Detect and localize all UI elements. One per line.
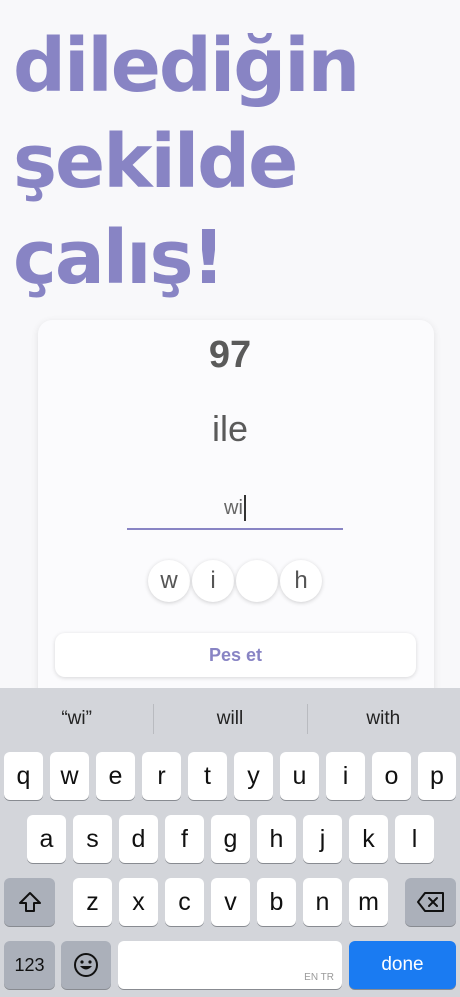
key-w[interactable]: w bbox=[50, 752, 89, 800]
headline-line-2: şekilde bbox=[13, 119, 298, 205]
key-g[interactable]: g bbox=[211, 815, 250, 863]
suggestion-bar: “wi” will with bbox=[0, 688, 460, 750]
shift-icon bbox=[18, 892, 41, 912]
shift-key[interactable] bbox=[4, 878, 55, 926]
prompt-word: ile bbox=[211, 408, 249, 449]
key-r[interactable]: r bbox=[142, 752, 181, 800]
key-h[interactable]: h bbox=[257, 815, 296, 863]
keyboard: “wi” will with q w e r t y u i o p a s d… bbox=[0, 688, 460, 997]
key-l[interactable]: l bbox=[395, 815, 434, 863]
key-n[interactable]: n bbox=[303, 878, 342, 926]
key-d[interactable]: d bbox=[119, 815, 158, 863]
hint-letter[interactable]: w bbox=[148, 560, 190, 602]
headline-line-3: çalış! bbox=[13, 215, 225, 301]
space-key[interactable]: EN TR bbox=[118, 941, 342, 989]
key-o[interactable]: o bbox=[372, 752, 411, 800]
key-q[interactable]: q bbox=[4, 752, 43, 800]
key-a[interactable]: a bbox=[27, 815, 66, 863]
key-y[interactable]: y bbox=[234, 752, 273, 800]
give-up-button[interactable]: Pes et bbox=[55, 633, 416, 677]
keyboard-language-label: EN TR bbox=[304, 972, 334, 983]
emoji-key[interactable] bbox=[61, 941, 111, 989]
key-k[interactable]: k bbox=[349, 815, 388, 863]
suggestion-item[interactable]: with bbox=[306, 688, 460, 750]
key-i[interactable]: i bbox=[326, 752, 365, 800]
key-s[interactable]: s bbox=[73, 815, 112, 863]
suggestion-item[interactable]: “wi” bbox=[0, 688, 153, 750]
hint-letter[interactable] bbox=[236, 560, 278, 602]
key-z[interactable]: z bbox=[73, 878, 112, 926]
headline-line-1: dilediğin bbox=[13, 23, 360, 109]
key-c[interactable]: c bbox=[165, 878, 204, 926]
answer-value: wi bbox=[224, 496, 243, 519]
key-v[interactable]: v bbox=[211, 878, 250, 926]
suggestion-item[interactable]: will bbox=[153, 688, 306, 750]
key-u[interactable]: u bbox=[280, 752, 319, 800]
emoji-icon bbox=[74, 953, 98, 977]
word-count: 97 bbox=[208, 334, 252, 376]
key-e[interactable]: e bbox=[96, 752, 135, 800]
answer-input[interactable]: wi bbox=[127, 488, 343, 530]
backspace-icon bbox=[416, 892, 444, 912]
key-m[interactable]: m bbox=[349, 878, 388, 926]
headline: dilediğin şekilde çalış! bbox=[13, 18, 360, 306]
key-f[interactable]: f bbox=[165, 815, 204, 863]
key-t[interactable]: t bbox=[188, 752, 227, 800]
key-x[interactable]: x bbox=[119, 878, 158, 926]
key-p[interactable]: p bbox=[418, 752, 456, 800]
backspace-key[interactable] bbox=[405, 878, 456, 926]
hint-letter[interactable]: h bbox=[280, 560, 322, 602]
done-key[interactable]: done bbox=[349, 941, 456, 989]
key-b[interactable]: b bbox=[257, 878, 296, 926]
text-caret bbox=[243, 495, 246, 521]
numbers-key[interactable]: 123 bbox=[4, 941, 55, 989]
hint-letter[interactable]: i bbox=[192, 560, 234, 602]
key-j[interactable]: j bbox=[303, 815, 342, 863]
letter-hints: w i h bbox=[148, 560, 322, 602]
